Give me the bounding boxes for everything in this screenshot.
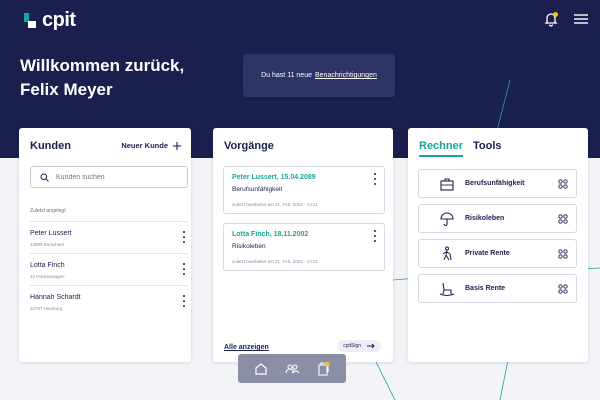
calculator-item-risikoleben[interactable]: Risikoleben — [418, 204, 577, 233]
grid-icon — [558, 283, 568, 294]
more-options-icon[interactable] — [182, 263, 186, 275]
customers-title: Kunden — [30, 140, 71, 152]
process-date: zuletzt bearbeitet am 21. Feb. 2023 - 13… — [232, 259, 319, 264]
tab-tools[interactable]: Tools — [473, 140, 502, 157]
notification-text: Du hast 11 neue — [261, 72, 312, 79]
processes-card: Vorgänge Peter Lussert, 15.04.2089 Beruf… — [213, 128, 393, 362]
customer-search-input[interactable] — [56, 173, 176, 181]
umbrella-icon — [440, 211, 454, 226]
process-item[interactable]: Peter Lussert, 15.04.2089 Berufsunfähigk… — [223, 166, 385, 214]
more-options-icon[interactable] — [182, 295, 186, 307]
welcome-line: Willkommen zurück, — [20, 56, 185, 75]
notifications-link[interactable]: Benachrichtigungen — [315, 72, 377, 79]
customer-location: 42 Hückeswagen — [30, 274, 65, 279]
arrow-right-icon — [367, 343, 375, 349]
customer-location: 22767 Hamburg — [30, 306, 63, 311]
briefcase-icon — [440, 177, 454, 191]
show-all-link[interactable]: Alle anzeigen — [224, 344, 269, 351]
customer-list-item[interactable]: Lotta Finch 42 Hückeswagen — [30, 253, 188, 285]
grid-icon — [558, 248, 568, 259]
calculator-label: Risikoleben — [465, 215, 505, 222]
calculator-item-basis-rente[interactable]: Basis Rente — [418, 274, 577, 303]
plus-icon — [173, 141, 181, 150]
logo-text: cpit — [42, 9, 76, 31]
calculator-item-private-rente[interactable]: Private Rente — [418, 239, 577, 268]
process-date: zuletzt bearbeitet am 21. Feb. 2023 - 13… — [232, 202, 319, 207]
rocking-chair-icon — [439, 282, 455, 296]
cpit-logo-icon — [24, 12, 36, 28]
customers-card: Kunden Neuer Kunde Zuletzt angelegt Pete… — [19, 128, 191, 362]
customer-name: Hannah Schardt — [30, 294, 81, 301]
more-options-icon[interactable] — [182, 231, 186, 243]
processes-title: Vorgänge — [224, 140, 274, 152]
welcome-heading: Willkommen zurück, Felix Meyer — [20, 54, 184, 102]
calculator-label: Basis Rente — [465, 285, 506, 292]
walking-person-icon — [442, 246, 452, 260]
process-item[interactable]: Lotta Finch, 18.11.2002 Risikoleben zule… — [223, 223, 385, 271]
documents-icon[interactable] — [315, 361, 331, 377]
recently-created-label: Zuletzt angelegt — [30, 208, 66, 214]
grid-icon — [558, 178, 568, 189]
new-customer-button[interactable]: Neuer Kunde — [121, 141, 181, 150]
customer-name: Lotta Finch — [30, 262, 65, 269]
process-title: Lotta Finch, 18.11.2002 — [232, 231, 309, 238]
calculators-card: Rechner Tools Berufsunfähigkeit Risikole… — [408, 128, 588, 362]
calculator-label: Private Rente — [465, 250, 510, 257]
more-options-icon[interactable] — [373, 230, 377, 242]
more-options-icon[interactable] — [373, 173, 377, 185]
hamburger-menu-icon[interactable] — [572, 10, 590, 28]
search-icon — [40, 173, 49, 182]
notification-banner: Du hast 11 neue Benachrichtigungen — [243, 54, 395, 97]
tab-rechner[interactable]: Rechner — [419, 140, 464, 157]
cpit-logo[interactable]: cpit — [22, 9, 76, 32]
process-type: Berufsunfähigkeit — [232, 186, 283, 193]
home-icon[interactable] — [253, 361, 269, 377]
cpitsign-label: cpitSign — [343, 343, 361, 349]
bottom-navigation — [238, 354, 346, 383]
customer-list-item[interactable]: Peter Lussert 43889 Burscheid — [30, 221, 188, 253]
process-title: Peter Lussert, 15.04.2089 — [232, 174, 316, 181]
customer-list-item[interactable]: Hannah Schardt 22767 Hamburg — [30, 285, 188, 317]
process-type: Risikoleben — [232, 243, 266, 250]
user-name: Felix Meyer — [20, 80, 113, 99]
customer-location: 43889 Burscheid — [30, 242, 64, 247]
customer-name: Peter Lussert — [30, 230, 72, 237]
grid-icon — [558, 213, 568, 224]
cpitsign-button[interactable]: cpitSign — [337, 340, 381, 352]
calculator-label: Berufsunfähigkeit — [465, 180, 525, 187]
bell-icon[interactable] — [542, 10, 560, 28]
customer-search[interactable] — [30, 166, 188, 188]
people-icon[interactable] — [284, 361, 300, 377]
customer-list: Peter Lussert 43889 Burscheid Lotta Finc… — [30, 221, 188, 317]
new-customer-label: Neuer Kunde — [121, 141, 168, 150]
calculator-item-berufsunfaehigkeit[interactable]: Berufsunfähigkeit — [418, 169, 577, 198]
